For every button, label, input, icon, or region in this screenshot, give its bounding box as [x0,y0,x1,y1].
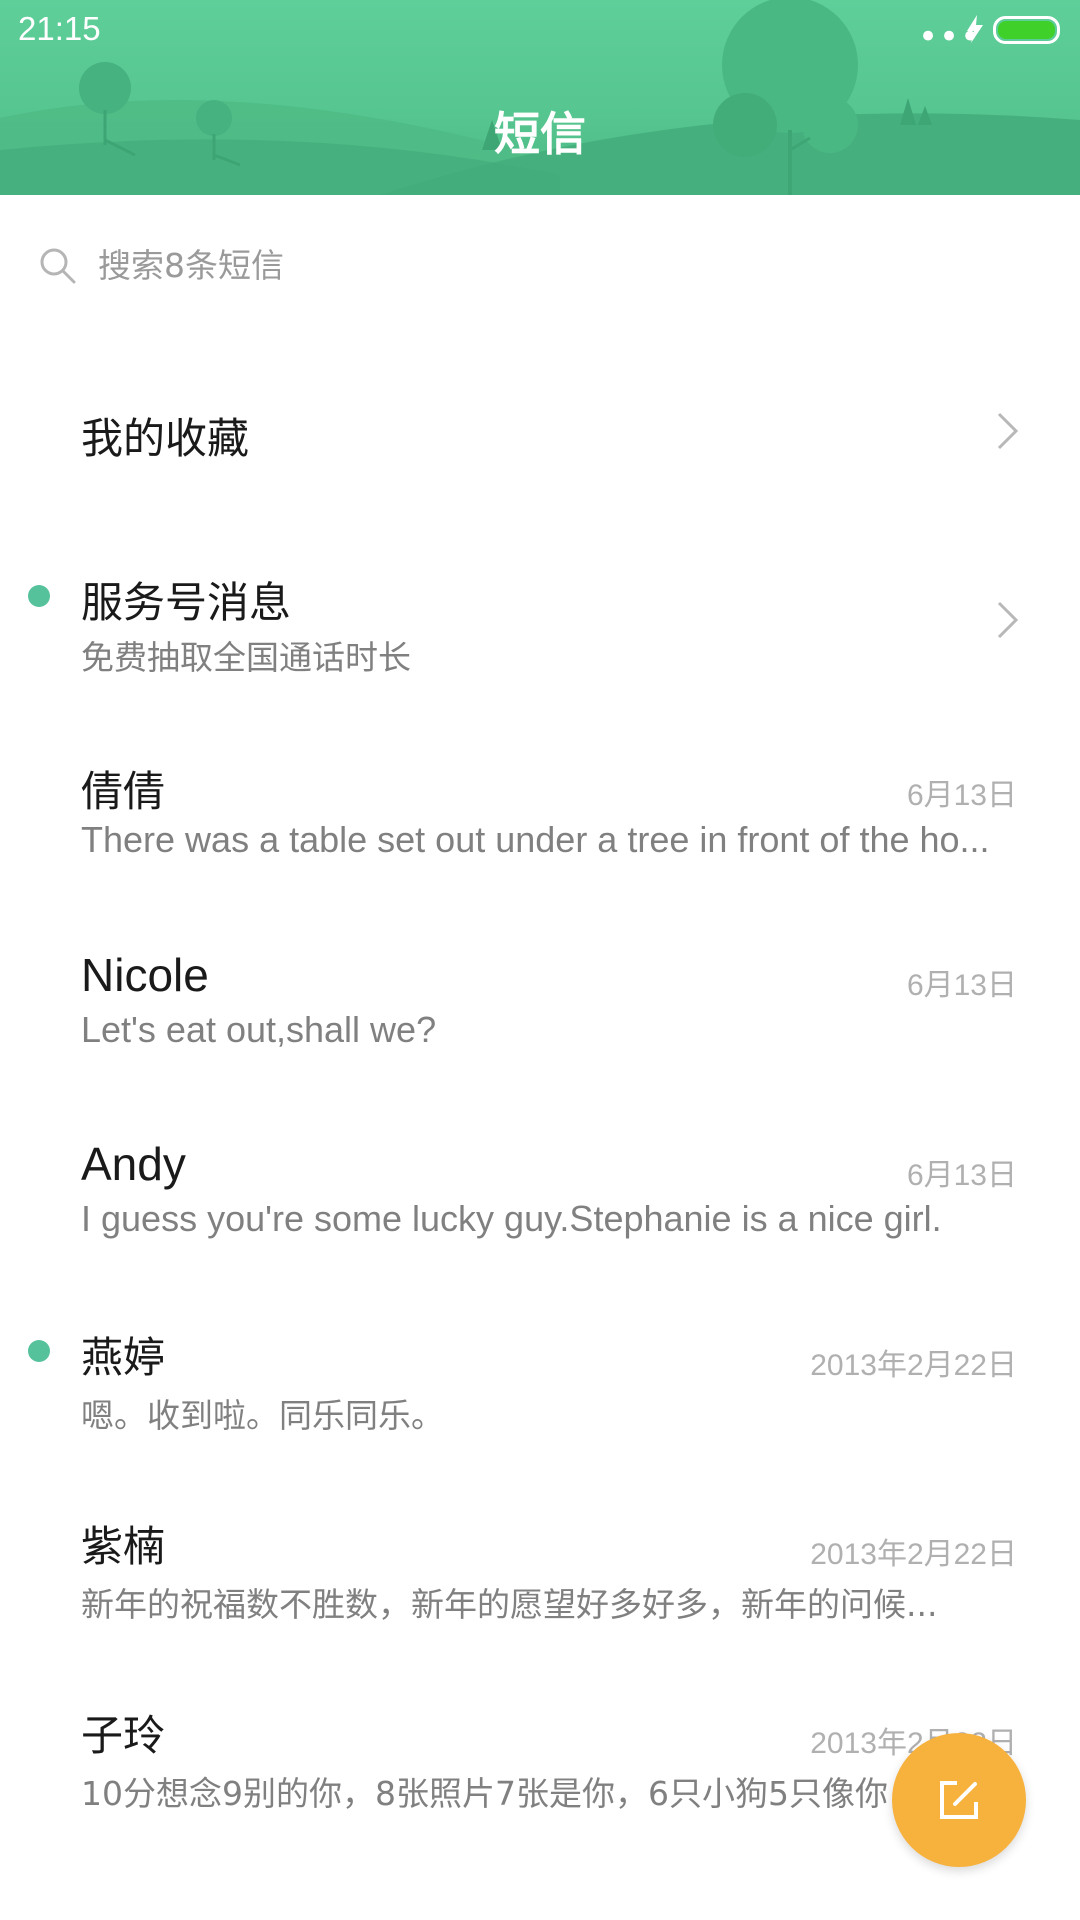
contact-name: Nicole [81,949,209,1001]
conversation-row[interactable]: 紫楠 2013年2月22日 新年的祝福数不胜数，新年的愿望好多好多，新年的问候.… [0,1493,1080,1673]
battery-icon [993,16,1060,44]
message-date: 2013年2月22日 [810,1349,1017,1382]
chevron-right-icon [997,601,1019,639]
message-preview: 新年的祝福数不胜数，新年的愿望好多好多，新年的问候... [81,1585,938,1624]
search-input[interactable] [98,240,698,290]
message-date: 6月13日 [906,969,1017,1002]
unread-dot [28,1340,50,1362]
conversation-row[interactable]: 倩倩 6月13日 There was a table set out under… [0,735,1080,915]
conversation-row[interactable]: 燕婷 2013年2月22日 嗯。收到啦。同乐同乐。 [0,1304,1080,1484]
list-item-service[interactable]: 服务号消息 免费抽取全国通话时长 [0,545,1080,725]
contact-name: 紫楠 [81,1522,166,1571]
contact-name: Andy [81,1138,186,1190]
app-header: 21:15 ••• 短信 [0,0,1080,195]
service-preview: 免费抽取全国通话时长 [81,638,411,677]
message-preview: 嗯。收到啦。同乐同乐。 [81,1396,444,1435]
message-preview: There was a table set out under a tree i… [81,819,990,860]
charging-bolt-icon [967,15,983,43]
favorites-label: 我的收藏 [81,414,250,463]
search-bar[interactable] [0,220,1080,315]
message-preview: Let's eat out,shall we? [81,1009,437,1050]
unread-dot [28,585,50,607]
status-time: 21:15 [18,10,101,47]
message-date: 2013年2月22日 [810,1538,1017,1571]
conversation-row[interactable]: Andy 6月13日 I guess you're some lucky guy… [0,1114,1080,1294]
contact-name: 倩倩 [81,767,166,816]
search-icon [40,248,76,284]
message-preview: I guess you're some lucky guy.Stephanie … [81,1198,942,1239]
list-item-favorites[interactable]: 我的收藏 [0,340,1080,520]
compose-icon [940,1781,978,1819]
message-date: 6月13日 [906,1159,1017,1192]
message-preview: 10分想念9别的你，8张照片7张是你，6只小狗5只像你 [81,1774,888,1813]
service-name: 服务号消息 [81,578,292,627]
conversation-row[interactable]: Nicole 6月13日 Let's eat out,shall we? [0,925,1080,1105]
compose-button[interactable] [892,1733,1026,1867]
chevron-right-icon [997,412,1019,450]
contact-name: 子玲 [81,1711,166,1760]
page-title: 短信 [494,107,586,161]
contact-name: 燕婷 [81,1333,166,1382]
message-date: 6月13日 [906,779,1017,812]
